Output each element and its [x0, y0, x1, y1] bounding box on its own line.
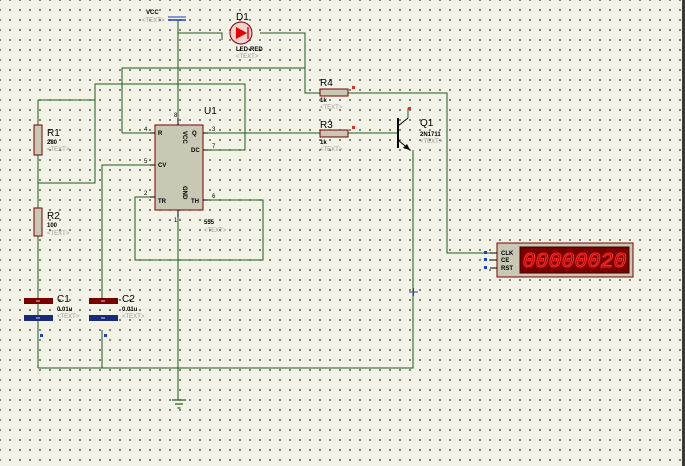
- u1-pinno-tr: 2: [144, 191, 148, 197]
- u1-pinno-r: 4: [144, 127, 148, 133]
- u1-value: 555: [204, 220, 215, 226]
- wire-d1[interactable]: [178, 32, 223, 40]
- q1-value: 2N1711: [420, 132, 441, 138]
- vcc-text: <TEXT>: [142, 18, 165, 24]
- r1-ref: R1: [47, 128, 60, 139]
- resistor-r4[interactable]: R4 1k <TEXT>: [319, 78, 355, 111]
- r2-value: 100: [47, 223, 58, 229]
- counter-timer[interactable]: CLK CE RST 00000020: [484, 242, 634, 278]
- u1-pin-r: R: [158, 131, 163, 137]
- r4-value: 1k: [320, 98, 327, 104]
- wire-r1-top[interactable]: [38, 83, 246, 151]
- r2-text: <TEXT>: [47, 231, 70, 237]
- u1-pinno-th: 6: [212, 194, 216, 200]
- schematic-canvas[interactable]: VCC <TEXT> D1 LED-RED <TEXT> R4 1k <TEXT…: [0, 0, 685, 466]
- u1-pinno-vcc: 8: [174, 113, 178, 119]
- d1-value: LED-RED: [236, 47, 263, 53]
- c2-ref: C2: [122, 294, 135, 305]
- led-d1[interactable]: D1 LED-RED <TEXT>: [229, 12, 263, 60]
- r3-pin-marker: [352, 126, 355, 129]
- u1-text: <TEXT>: [204, 228, 227, 234]
- u1-pinno-dc: 7: [212, 144, 216, 150]
- q1-pin-marker: [408, 107, 411, 110]
- ground-symbol[interactable]: [172, 399, 186, 409]
- u1-pin-gnd: GND: [181, 186, 187, 200]
- c1-value: 0.01u: [57, 307, 73, 313]
- q1-ref: Q1: [420, 118, 434, 129]
- d1-ref: D1: [236, 12, 249, 23]
- u1-pinno-cv: 5: [144, 159, 148, 165]
- d1-text: <TEXT>: [236, 54, 259, 60]
- u1-pin-dc: DC: [191, 148, 200, 154]
- capacitor-c2[interactable]: C2 0.01u <TEXT>: [89, 294, 145, 337]
- wire-r4-counter[interactable]: [348, 92, 497, 254]
- r3-ref: R3: [320, 120, 333, 131]
- capacitor-c1[interactable]: C1 0.01u <TEXT>: [24, 294, 80, 337]
- r4-pin-marker: [352, 86, 355, 89]
- c1-ref: C1: [57, 294, 70, 305]
- r4-ref: R4: [320, 78, 333, 89]
- r2-body: [33, 207, 43, 237]
- u1-pin-th: TH: [191, 199, 199, 205]
- resistor-r2[interactable]: R2 100 <TEXT>: [33, 207, 70, 237]
- r1-body: [33, 124, 43, 156]
- resistor-r3[interactable]: R3 1k <TEXT>: [319, 120, 355, 153]
- u1-pin-vcc: VCC: [181, 131, 187, 144]
- c1-pin-marker: [40, 334, 43, 337]
- q1-text: <TEXT>: [420, 139, 443, 145]
- ic-555-u1[interactable]: U1 555 <TEXT> R CV TR Q DC TH VCC GND 4 …: [144, 106, 227, 234]
- r4-body: [319, 88, 349, 97]
- r3-value: 1k: [320, 140, 327, 146]
- r4-text: <TEXT>: [320, 105, 343, 111]
- wires: [37, 20, 497, 400]
- u1-pin-q: Q: [192, 131, 197, 137]
- u1-pinno-gnd: 1: [174, 218, 178, 224]
- r1-text: <TEXT>: [47, 147, 70, 153]
- wire-cv-c2[interactable]: [101, 164, 150, 300]
- r3-text: <TEXT>: [320, 147, 343, 153]
- r1-value: 280: [47, 140, 58, 146]
- transistor-q1[interactable]: Q1 2N1711 <TEXT>: [397, 107, 443, 151]
- vcc-label: VCC: [146, 10, 159, 16]
- u1-pin-cv: CV: [158, 163, 166, 169]
- c2-value: 0.01u: [122, 307, 138, 313]
- c2-pin-marker: [104, 334, 107, 337]
- u1-pinno-q: 3: [212, 127, 216, 133]
- wire-reset-loop[interactable]: [121, 67, 320, 133]
- probe-marker[interactable]: [409, 288, 418, 296]
- vcc-terminal[interactable]: VCC <TEXT>: [142, 10, 186, 24]
- r3-body: [319, 129, 349, 138]
- counter-pin-rst: RST: [501, 266, 513, 272]
- c2-text: <TEXT>: [122, 314, 145, 320]
- u1-ref: U1: [204, 106, 217, 117]
- counter-pin-clk: CLK: [501, 251, 514, 257]
- resistor-r1[interactable]: R1 280 <TEXT>: [33, 124, 70, 156]
- wire-d1-r4[interactable]: [260, 32, 306, 68]
- counter-pin-ce: CE: [501, 258, 509, 264]
- u1-pin-tr: TR: [158, 199, 167, 205]
- r2-ref: R2: [47, 211, 60, 222]
- counter-display-digits: 00000020: [523, 251, 627, 274]
- c1-text: <TEXT>: [57, 314, 80, 320]
